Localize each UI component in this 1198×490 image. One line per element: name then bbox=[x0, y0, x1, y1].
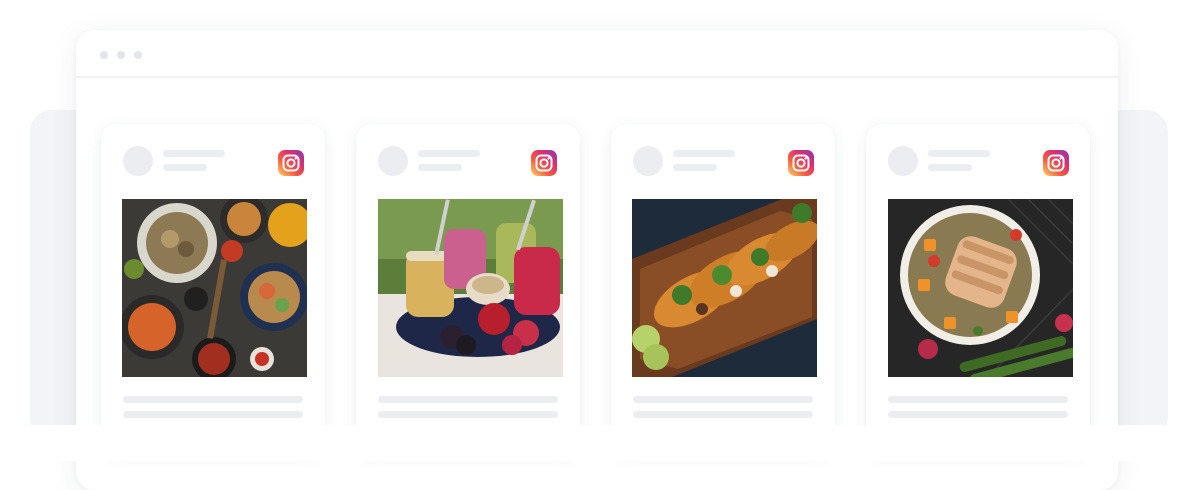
tacos-on-board-photo[interactable] bbox=[632, 199, 817, 377]
bottom-fade bbox=[0, 425, 1198, 461]
avatar-placeholder bbox=[633, 146, 663, 176]
instagram-icon[interactable] bbox=[788, 150, 814, 176]
avatar-placeholder bbox=[123, 146, 153, 176]
username-placeholder bbox=[418, 150, 480, 157]
instagram-icon[interactable] bbox=[531, 150, 557, 176]
username-placeholder bbox=[163, 150, 225, 157]
window-control-dot[interactable] bbox=[134, 51, 142, 59]
caption-placeholder bbox=[633, 411, 813, 418]
post-card[interactable] bbox=[356, 124, 580, 454]
username-placeholder bbox=[928, 150, 990, 157]
caption-placeholder bbox=[123, 396, 303, 403]
post-card[interactable] bbox=[866, 124, 1090, 454]
smoothies-and-berries-photo[interactable] bbox=[378, 199, 563, 377]
avatar-placeholder bbox=[888, 146, 918, 176]
caption-placeholder bbox=[378, 411, 558, 418]
avatar-placeholder bbox=[378, 146, 408, 176]
instagram-icon[interactable] bbox=[1043, 150, 1069, 176]
subtitle-placeholder bbox=[418, 164, 462, 171]
subtitle-placeholder bbox=[163, 164, 207, 171]
caption-placeholder bbox=[888, 411, 1068, 418]
post-card[interactable] bbox=[101, 124, 325, 454]
window-control-dot[interactable] bbox=[100, 51, 108, 59]
post-card[interactable] bbox=[611, 124, 835, 454]
chicken-salad-bowl-photo[interactable] bbox=[888, 199, 1073, 377]
subtitle-placeholder bbox=[928, 164, 972, 171]
username-placeholder bbox=[673, 150, 735, 157]
instagram-icon[interactable] bbox=[278, 150, 304, 176]
caption-placeholder bbox=[633, 396, 813, 403]
asian-food-spread-photo[interactable] bbox=[122, 199, 307, 377]
caption-placeholder bbox=[123, 411, 303, 418]
window-title-bar bbox=[76, 30, 1118, 78]
caption-placeholder bbox=[378, 396, 558, 403]
window-control-dot[interactable] bbox=[117, 51, 125, 59]
caption-placeholder bbox=[888, 396, 1068, 403]
subtitle-placeholder bbox=[673, 164, 717, 171]
